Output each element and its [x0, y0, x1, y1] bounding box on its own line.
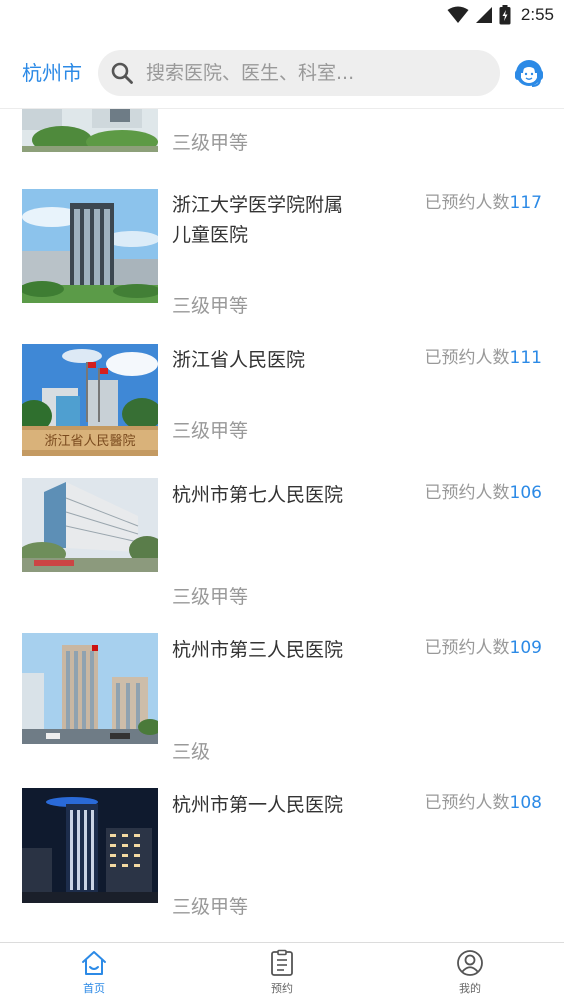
nav-home[interactable]: 首页 [54, 949, 134, 996]
appointment-count: 已预约人数109 [424, 638, 542, 658]
nav-profile[interactable]: 我的 [430, 949, 510, 996]
hospital-list-item[interactable]: 杭州市第三人民医院 已预约人数109 三级 [0, 632, 564, 782]
hospital-list-item[interactable]: 杭州市第七人民医院 已预约人数106 三级甲等 [0, 477, 564, 627]
hospital-name: 杭州市第三人民医院 [172, 639, 344, 661]
nav-appointments[interactable]: 预约 [242, 949, 322, 996]
user-icon [457, 950, 483, 976]
home-icon [82, 951, 106, 975]
search-bar[interactable] [98, 50, 500, 96]
clock: 2:55 [520, 5, 554, 24]
hospital-name: 浙江大学医学院附属儿童医院 [172, 194, 344, 246]
hospital-list-item[interactable]: 浙江大学医学院附属儿童医院 已预约人数117 三级甲等 [0, 187, 564, 337]
hospital-grade: 三级甲等 [172, 896, 249, 918]
appointment-count: 已预约人数111 [424, 348, 542, 368]
hospital-photo: 浙江省人民醫院 [22, 344, 158, 456]
svg-text:浙江省人民醫院: 浙江省人民醫院 [44, 434, 135, 449]
nav-home-label: 首页 [83, 982, 105, 995]
hospital-photo [22, 109, 158, 152]
hospital-grade: 三级甲等 [172, 586, 249, 608]
hospital-list-item[interactable]: 杭州市第一人民医院 已预约人数108 三级甲等 [0, 787, 564, 937]
hospital-list-item[interactable]: 浙江省人民醫院 浙江省人民医院 已预约人数111 三级甲等 [0, 342, 564, 462]
hospital-photo [22, 788, 158, 903]
hospital-grade: 三级甲等 [172, 295, 249, 317]
hospital-list-item[interactable]: 三级甲等 [0, 109, 564, 170]
status-bar: 2:55 [0, 0, 564, 30]
hospital-grade: 三级甲等 [172, 132, 249, 154]
appointment-count: 已预约人数117 [424, 193, 542, 213]
hospital-grade: 三级甲等 [172, 420, 249, 442]
hospital-photo [22, 633, 158, 744]
customer-service-icon[interactable] [512, 56, 546, 90]
battery-icon [499, 5, 511, 25]
appointment-count: 已预约人数106 [424, 483, 542, 503]
hospital-name: 杭州市第一人民医院 [172, 794, 344, 816]
hospital-photo [22, 478, 158, 572]
nav-appointments-label: 预约 [271, 982, 293, 995]
search-input[interactable] [146, 62, 476, 84]
signal-icon [475, 7, 492, 23]
bottom-navigation: 首页 预约 我的 [0, 942, 564, 1002]
hospital-grade: 三级 [172, 741, 211, 763]
wifi-icon [447, 6, 469, 23]
search-icon [111, 62, 133, 84]
hospital-photo [22, 189, 158, 303]
hospital-list: 三级甲等 浙江大学医学院附属儿童医院 已预约人数117 三级甲等 浙江省人民醫院… [0, 109, 564, 942]
city-selector[interactable]: 杭州市 [22, 60, 82, 86]
clipboard-icon [271, 949, 293, 976]
hospital-name: 浙江省人民医院 [172, 349, 306, 371]
top-header: 杭州市 [0, 44, 564, 104]
appointment-count: 已预约人数108 [424, 793, 542, 813]
app-screen: 2:55 杭州市 搜索医院、医生、科室... 三级甲等 浙江大学医学院附属儿童医… [0, 0, 564, 1002]
nav-profile-label: 我的 [459, 982, 481, 995]
hospital-name: 杭州市第七人民医院 [172, 484, 344, 506]
